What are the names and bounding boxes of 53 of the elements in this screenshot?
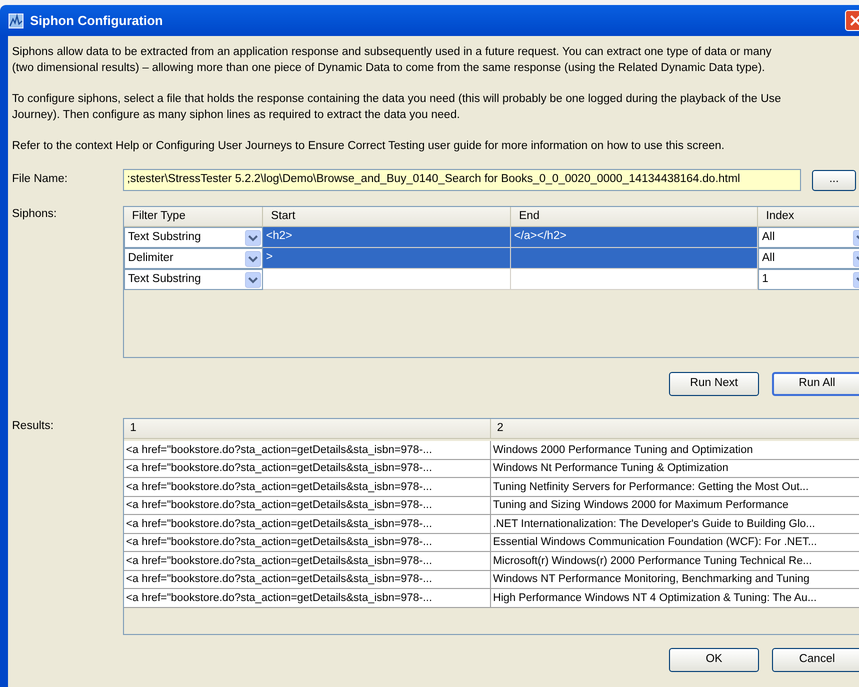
dropdown[interactable]: Text Substring xyxy=(124,227,263,248)
paragraph-line: Siphons allow data to be extracted from an application response and subsequently used in a future request. You can extract one type of data or many xyxy=(12,45,772,60)
table-cell: <a href="bookstore.do?sta_action=getDetails&sta_isbn=978-... xyxy=(124,515,491,534)
table-cell: <a href="bookstore.do?sta_action=getDetails&sta_isbn=978-... xyxy=(124,460,491,478)
paragraph-line: Journey). Then configure as many siphon lines as required to extract the data you need. xyxy=(12,108,461,123)
paragraph-line: To configure siphons, select a file that holds the response containing the data you need (this will probably be one logged during the playback of the Use xyxy=(12,92,782,107)
dropdown[interactable]: Delimiter xyxy=(124,248,263,269)
dialog-button[interactable]: OK xyxy=(669,648,759,672)
dropdown[interactable]: Text Substring xyxy=(124,269,263,290)
column-header[interactable]: Index xyxy=(758,207,859,226)
close-icon[interactable] xyxy=(850,15,859,26)
table-cell: <a href="bookstore.do?sta_action=getDetails&sta_isbn=978-... xyxy=(124,478,491,496)
dropdown[interactable]: All xyxy=(758,227,859,248)
table-cell: .NET Internationalization: The Developer's Guide to Building Glo... xyxy=(491,515,859,534)
table-cell: Windows Nt Performance Tuning & Optimization xyxy=(491,460,859,478)
table-cell[interactable] xyxy=(511,248,758,269)
table-cell: Microsoft(r) Windows(r) 2000 Performance Tuning Technical Re... xyxy=(491,552,859,570)
table-cell[interactable]: </a></h2> xyxy=(511,227,758,248)
dropdown[interactable]: All xyxy=(758,248,859,269)
field-label: Results: xyxy=(12,419,55,434)
table-cell: <a href="bookstore.do?sta_action=getDetails&sta_isbn=978-... xyxy=(124,552,491,570)
column-header[interactable]: End xyxy=(511,207,758,226)
file-name-field[interactable]: ;stester\StressTester 5.2.2\log\Demo\Browse_and_Buy_0140_Search for Books_0_0_0020_0000_14134438164.do.html xyxy=(123,169,801,191)
dropdown[interactable]: 1 xyxy=(758,269,859,290)
window-title: Siphon Configuration xyxy=(30,12,163,30)
paragraph-line: Refer to the context Help or Configuring User Journeys to Ensure Correct Testing user guide for more information on how to use this screen. xyxy=(12,139,726,154)
table-cell[interactable]: <h2> xyxy=(263,227,511,248)
table-cell: Essential Windows Communication Foundation (WCF): For .NET... xyxy=(491,534,859,552)
run-button[interactable]: Run All xyxy=(772,372,859,396)
column-header[interactable]: 1 xyxy=(124,419,491,438)
column-header[interactable]: Filter Type xyxy=(124,207,263,226)
table-cell: Tuning and Sizing Windows 2000 for Maximum Performance xyxy=(491,496,859,515)
table-cell: <a href="bookstore.do?sta_action=getDetails&sta_isbn=978-... xyxy=(124,570,491,589)
table-cell: Windows 2000 Performance Tuning and Optimization xyxy=(491,441,859,460)
table-cell: <a href="bookstore.do?sta_action=getDetails&sta_isbn=978-... xyxy=(124,534,491,552)
column-header[interactable]: Start xyxy=(263,207,511,226)
table-cell[interactable] xyxy=(263,269,511,290)
paragraph-line: (two dimensional results) – allowing more than one piece of Dynamic Data to come from the same response (using the Related Dynamic Data type). xyxy=(12,61,766,76)
browse-button[interactable]: ... xyxy=(812,170,856,190)
dialog-button[interactable]: Cancel xyxy=(772,648,859,672)
app-icon xyxy=(8,12,24,28)
field-label: Siphons: xyxy=(12,207,58,222)
table-cell: <a href="bookstore.do?sta_action=getDetails&sta_isbn=978-... xyxy=(124,589,491,608)
table-cell: <a href="bookstore.do?sta_action=getDetails&sta_isbn=978-... xyxy=(124,441,491,460)
table-cell: Tuning Netfinity Servers for Performance: Getting the Most Out... xyxy=(491,478,859,496)
table-cell: High Performance Windows NT 4 Optimization & Tuning: The Au... xyxy=(491,589,859,608)
table-cell: <a href="bookstore.do?sta_action=getDetails&sta_isbn=978-... xyxy=(124,496,491,515)
table-cell: Windows NT Performance Monitoring, Benchmarking and Tuning xyxy=(491,570,859,589)
column-header[interactable]: 2 xyxy=(491,419,859,438)
table-cell[interactable]: > xyxy=(263,248,511,269)
table-cell[interactable] xyxy=(511,269,758,290)
run-button[interactable]: Run Next xyxy=(669,372,759,396)
field-label: File Name: xyxy=(12,172,69,188)
